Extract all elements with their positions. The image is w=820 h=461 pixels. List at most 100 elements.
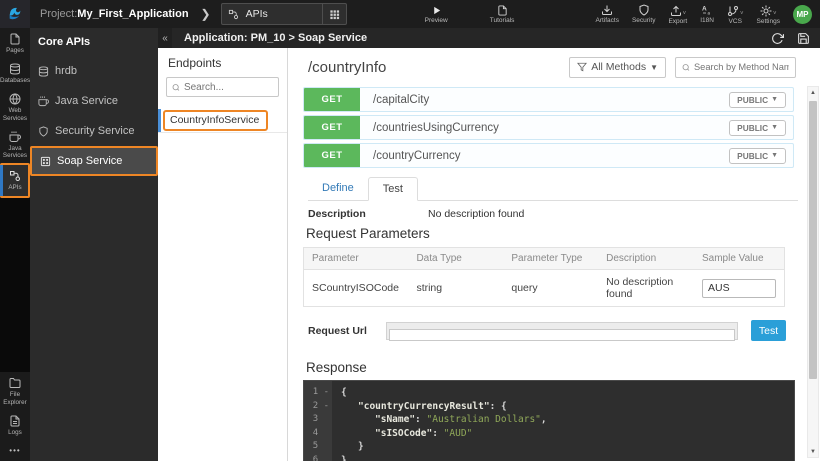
code-line[interactable]: "sISOCode": "AUD": [341, 427, 794, 441]
document-icon: [497, 5, 508, 16]
scrollbar-thumb[interactable]: [809, 101, 817, 379]
download-icon: [601, 4, 613, 16]
refresh-icon[interactable]: [771, 32, 784, 45]
vertical-scrollbar[interactable]: ▲ ▼: [807, 86, 819, 458]
code-line[interactable]: }: [341, 440, 794, 454]
vcs-button[interactable]: ˅ VCS: [727, 4, 744, 25]
more-icon[interactable]: •••: [0, 440, 30, 459]
core-apis-panel: Core APIs hrdb Java Service Security Ser…: [30, 28, 158, 461]
line-number[interactable]: 4: [304, 427, 329, 441]
endpoint-item-label: CountryInfoService: [163, 110, 268, 131]
code-token: ,: [541, 414, 547, 425]
line-number[interactable]: 3: [304, 413, 329, 427]
method-access-label: PUBLIC: [737, 151, 768, 161]
sidebar-item-web-services[interactable]: Web Services: [0, 88, 30, 125]
sidebar-item-pages[interactable]: Pages: [0, 28, 30, 58]
test-button[interactable]: Test: [751, 320, 786, 341]
code-token: }: [341, 455, 347, 461]
gear-icon: [760, 5, 772, 17]
methods-filter-dropdown[interactable]: All Methods ▼: [569, 57, 666, 78]
sidebar-item-apis[interactable]: APIs: [0, 163, 30, 197]
request-parameters-table: Parameter Data Type Parameter Type Descr…: [303, 247, 785, 307]
shield-icon: [638, 4, 650, 16]
artifacts-button[interactable]: Artifacts: [595, 4, 618, 24]
export-button[interactable]: ˅ Export: [668, 4, 687, 25]
table-row: SCountryISOCode string query No descript…: [304, 270, 785, 307]
user-avatar[interactable]: MP: [793, 5, 812, 24]
sidebar-item-databases[interactable]: Databases: [0, 58, 30, 88]
core-apis-title: Core APIs: [30, 28, 158, 56]
response-code-editor[interactable]: 1 -2 -3 4 5 6 {"countryCurrencyResult": …: [303, 380, 795, 461]
description-value: No description found: [428, 208, 524, 220]
save-icon[interactable]: [797, 32, 810, 45]
core-api-item-hrdb[interactable]: hrdb: [30, 56, 158, 86]
code-token: :: [415, 414, 426, 425]
filter-icon: [577, 62, 587, 72]
app-window: Project:My_First_Application ❯ APIs Prev…: [0, 0, 820, 461]
collapse-panel-icon[interactable]: «: [158, 28, 172, 48]
method-access-dropdown[interactable]: PUBLIC ▼: [729, 120, 786, 136]
line-number[interactable]: 1 -: [304, 386, 329, 400]
sample-value-input[interactable]: [702, 279, 776, 298]
param-name-cell: SCountryISOCode: [304, 270, 409, 307]
code-key-token: "sISOCode": [375, 428, 432, 439]
request-parameters-title: Request Parameters: [306, 226, 820, 241]
request-url-input[interactable]: [389, 329, 735, 341]
method-search[interactable]: [675, 57, 796, 78]
api-method-row[interactable]: GET /countryCurrency PUBLIC ▼: [303, 143, 794, 168]
api-method-row[interactable]: GET /countriesUsingCurrency PUBLIC ▼: [303, 115, 794, 140]
project-label: Project:: [40, 8, 77, 20]
line-number[interactable]: 5: [304, 440, 329, 454]
scroll-up-icon[interactable]: ▲: [808, 87, 818, 98]
method-badge[interactable]: GET: [304, 144, 360, 167]
workspace-selector[interactable]: APIs: [221, 3, 347, 25]
column-header: Description: [598, 248, 694, 270]
method-search-input[interactable]: [694, 62, 789, 72]
settings-button[interactable]: ˅ Settings: [757, 4, 781, 25]
code-line[interactable]: {: [341, 386, 794, 400]
endpoints-search-input[interactable]: [184, 82, 273, 93]
core-api-item-security-service[interactable]: Security Service: [30, 116, 158, 146]
security-button[interactable]: Security: [632, 4, 655, 24]
code-line[interactable]: }: [341, 454, 794, 461]
tab-define[interactable]: Define: [308, 177, 368, 200]
line-number[interactable]: 6: [304, 454, 329, 461]
param-description-cell: No description found: [598, 270, 694, 307]
wavemaker-logo[interactable]: [0, 0, 30, 28]
column-header: Parameter: [304, 248, 409, 270]
method-badge[interactable]: GET: [304, 116, 360, 139]
method-access-dropdown[interactable]: PUBLIC ▼: [729, 92, 786, 108]
core-api-item-java-service[interactable]: Java Service: [30, 86, 158, 116]
preview-button[interactable]: Preview: [425, 5, 448, 24]
sidebar-item-java-services[interactable]: Java Services: [0, 126, 30, 163]
tutorials-button[interactable]: Tutorials: [490, 5, 515, 24]
scroll-down-icon[interactable]: ▼: [808, 446, 818, 457]
code-line[interactable]: "countryCurrencyResult": {: [341, 400, 794, 414]
code-string-token: "Australian Dollars": [427, 414, 541, 425]
search-icon: [682, 63, 690, 72]
sidebar-item-file-explorer[interactable]: File Explorer: [0, 372, 30, 409]
apps-grid-icon[interactable]: [322, 4, 340, 24]
endpoints-search[interactable]: [166, 77, 279, 97]
method-path: /countriesUsingCurrency: [373, 122, 499, 134]
core-api-item-label: Security Service: [55, 125, 134, 137]
project-name[interactable]: My_First_Application: [77, 8, 188, 20]
chevron-right-icon: ❯: [201, 7, 211, 21]
tab-test[interactable]: Test: [368, 177, 418, 201]
database-icon: [9, 63, 21, 75]
api-method-row[interactable]: GET /capitalCity PUBLIC ▼: [303, 87, 794, 112]
security-label: Security: [632, 17, 655, 24]
api-detail-main: /countryInfo All Methods ▼: [288, 48, 820, 461]
git-branch-icon: [727, 5, 739, 17]
workspace-selector-label: APIs: [246, 8, 268, 20]
core-api-item-soap-service[interactable]: Soap Service: [30, 146, 158, 176]
line-number[interactable]: 2 -: [304, 400, 329, 414]
i18n-button[interactable]: A a I18N: [700, 4, 714, 24]
method-access-dropdown[interactable]: PUBLIC ▼: [729, 148, 786, 164]
endpoint-item-countryinfoservice[interactable]: CountryInfoService: [158, 109, 287, 133]
code-line[interactable]: "sName": "Australian Dollars",: [341, 413, 794, 427]
method-path: /capitalCity: [373, 94, 429, 106]
sidebar-item-logs[interactable]: Logs: [0, 410, 30, 440]
code-lines: {"countryCurrencyResult": {"sName": "Aus…: [332, 381, 794, 461]
method-badge[interactable]: GET: [304, 88, 360, 111]
